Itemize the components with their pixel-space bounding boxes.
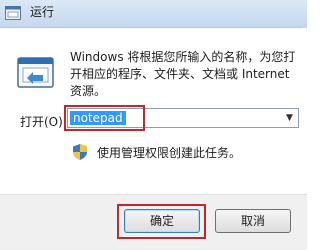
window-title: 运行 bbox=[30, 5, 55, 19]
chevron-down-icon[interactable]: ▼ bbox=[281, 109, 298, 127]
open-combobox[interactable]: notepad ▼ bbox=[67, 108, 299, 128]
cancel-button[interactable]: 取消 bbox=[215, 209, 291, 233]
instruction-text: Windows 将根据您所输入的名称，为您打开相应的程序、文件夹、文档或 Int… bbox=[70, 50, 296, 98]
run-icon bbox=[5, 6, 21, 20]
ok-button[interactable]: 确定 bbox=[124, 209, 200, 233]
dialog-body: Windows 将根据您所输入的名称，为您打开相应的程序、文件夹、文档或 Int… bbox=[0, 28, 307, 194]
open-input-value[interactable]: notepad bbox=[70, 111, 126, 125]
uac-shield-icon bbox=[73, 144, 87, 160]
run-program-icon bbox=[17, 57, 54, 88]
dialog-footer: 确定 取消 bbox=[0, 194, 307, 250]
admin-privilege-note: 使用管理权限创建此任务。 bbox=[97, 146, 242, 160]
open-label: 打开(O): bbox=[20, 115, 67, 129]
title-bar: 运行 bbox=[0, 0, 307, 28]
